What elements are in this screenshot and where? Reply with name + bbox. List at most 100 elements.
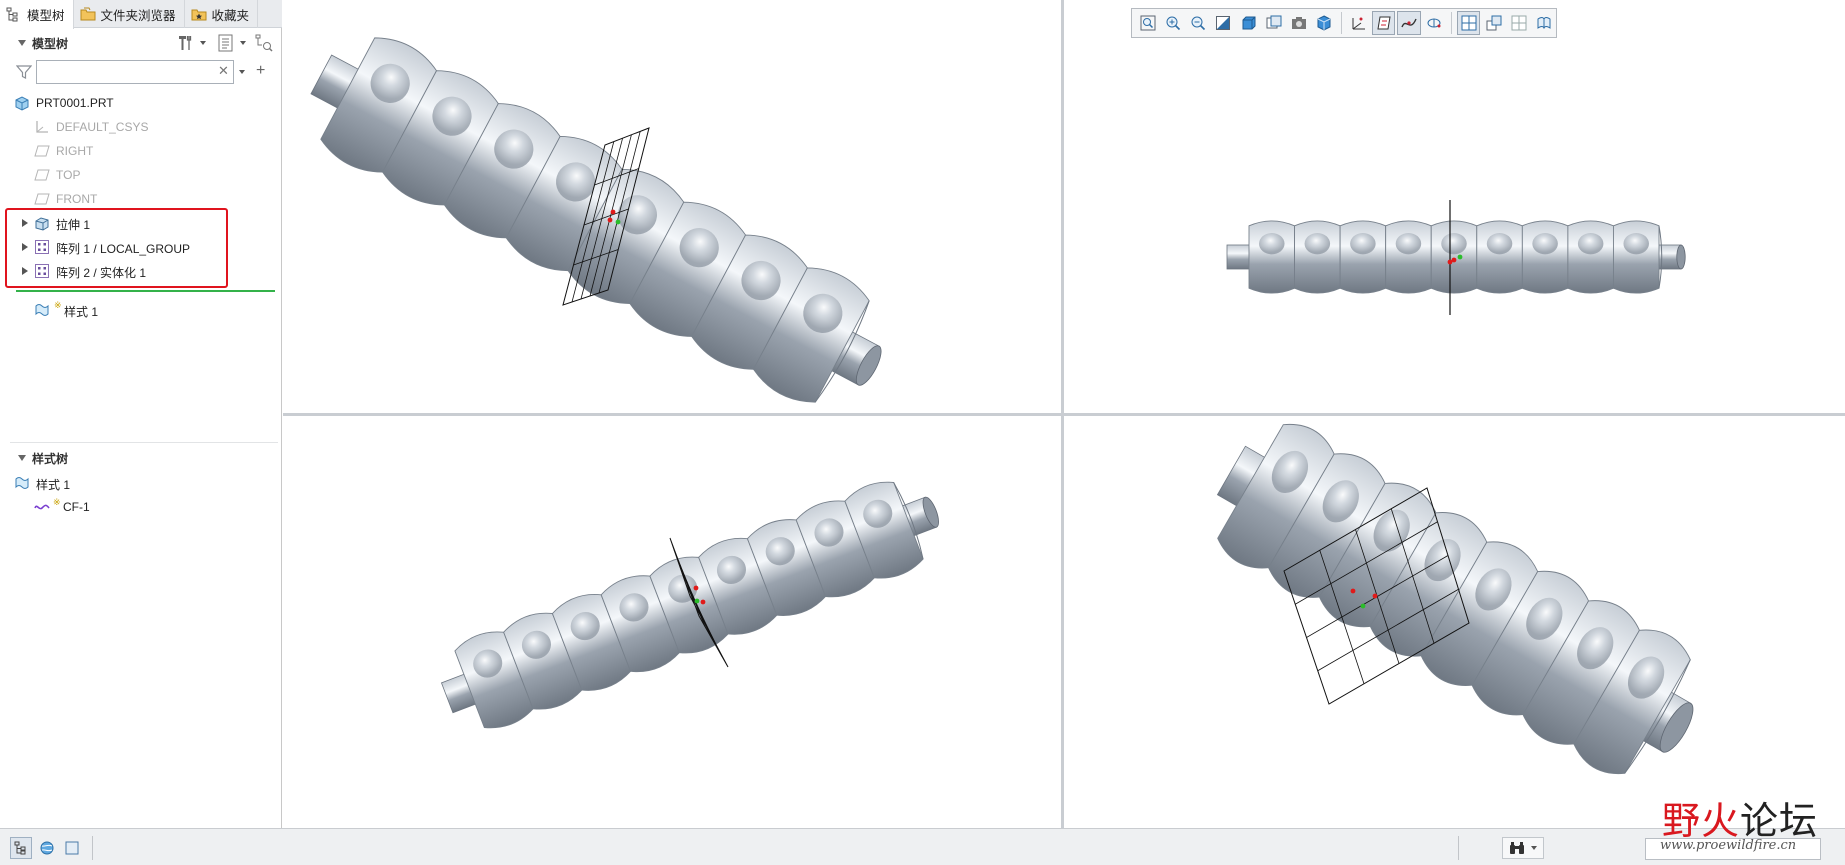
- tree-filter-button[interactable]: [254, 33, 274, 53]
- tab-label: 文件夹浏览器: [100, 8, 176, 23]
- display-style-icon: [1317, 15, 1331, 31]
- search-input[interactable]: [36, 60, 234, 84]
- folder-browser-icon: [80, 7, 96, 21]
- model-geometry: [1216, 423, 1694, 775]
- datum-display-button[interactable]: [1347, 11, 1370, 35]
- tab-folder-browser[interactable]: 文件夹浏览器: [74, 0, 185, 28]
- point-display-button[interactable]: [1423, 11, 1446, 35]
- active-view-button[interactable]: [1482, 11, 1505, 35]
- graphics-area[interactable]: [283, 0, 1845, 828]
- viewport-splitter-horizontal[interactable]: [283, 413, 1845, 416]
- tree-item-top[interactable]: TOP: [0, 164, 282, 186]
- tree-display-button[interactable]: [216, 33, 236, 53]
- named-view-icon: [1292, 17, 1307, 29]
- search-row: ✕ +: [0, 58, 282, 86]
- rib-highlight: [1532, 233, 1558, 255]
- chevron-down-icon[interactable]: [200, 41, 206, 45]
- datum-plane-icon: [34, 169, 50, 181]
- saved-views-button[interactable]: [1262, 11, 1285, 35]
- rib-highlight: [1486, 233, 1513, 255]
- collapse-caret-icon[interactable]: [18, 40, 26, 46]
- datum-display-icon: [1352, 17, 1365, 30]
- four-views-button[interactable]: [1456, 11, 1481, 35]
- plane-display-button[interactable]: [1372, 11, 1396, 35]
- style-tree-item-style-1[interactable]: 样式 1: [0, 472, 282, 494]
- ribbed-cylinder-model: [310, 37, 882, 403]
- style-icon: [15, 477, 29, 489]
- repaint-button[interactable]: [1212, 11, 1235, 35]
- curve-point-marker: [694, 598, 700, 604]
- divider: [1458, 836, 1459, 860]
- curve-point-marker: [607, 217, 613, 223]
- application-window: 模型树 文件夹浏览器 收藏夹 模型树 ✕ + PRT0001.PRT DEFAU…: [0, 0, 1845, 865]
- show-tree-button[interactable]: [10, 837, 32, 859]
- saved-views-icon: [1266, 15, 1282, 29]
- view-orient-button[interactable]: [1533, 11, 1556, 35]
- named-view-button[interactable]: [1288, 11, 1311, 35]
- curve-point-marker: [1360, 603, 1366, 609]
- divider: [92, 836, 93, 860]
- display-style-button[interactable]: [1313, 11, 1336, 35]
- fullscreen-button[interactable]: [61, 837, 83, 859]
- fullscreen-icon: [65, 841, 79, 855]
- model-geometry: [310, 37, 882, 403]
- style-tree-item-cf-1[interactable]: ※ CF-1: [0, 496, 282, 518]
- zoom-in-icon: [1166, 16, 1180, 31]
- csys-icon: [36, 121, 48, 133]
- tree-item-front[interactable]: FRONT: [0, 188, 282, 210]
- viewport-bottom-right[interactable]: [1064, 416, 1845, 828]
- refit-button[interactable]: [1136, 11, 1159, 35]
- modified-mark-icon: ※: [54, 300, 62, 310]
- settings-tools-button[interactable]: [176, 33, 196, 53]
- model-geometry: [1226, 220, 1686, 294]
- tree-root-label: PRT0001.PRT: [36, 96, 114, 110]
- find-button[interactable]: [1502, 837, 1544, 859]
- favorites-icon: [191, 9, 207, 21]
- zoom-out-icon: [1191, 16, 1206, 31]
- model-tree-header: 模型树: [0, 30, 282, 56]
- zoom-out-button[interactable]: [1187, 11, 1210, 35]
- insert-here-marker[interactable]: [16, 290, 275, 292]
- tree-item-default-csys[interactable]: DEFAULT_CSYS: [0, 116, 282, 138]
- rib-highlight: [1259, 233, 1285, 255]
- tree-item-right[interactable]: RIGHT: [0, 140, 282, 162]
- viewport-bottom-left[interactable]: [283, 416, 1061, 828]
- rib-segment: [1294, 220, 1341, 294]
- forum-watermark: 野火论坛 www.proewildfire.cn: [1652, 790, 1842, 860]
- tree-item-style-1[interactable]: ※ 样式 1: [0, 299, 282, 321]
- add-icon[interactable]: +: [256, 62, 265, 80]
- refit-icon: [1140, 15, 1156, 31]
- filter-icon[interactable]: [16, 64, 32, 80]
- rib-highlight: [1577, 233, 1604, 255]
- tree-root[interactable]: PRT0001.PRT: [0, 92, 282, 114]
- clear-icon[interactable]: ✕: [218, 64, 229, 77]
- rib-segment: [1248, 220, 1296, 294]
- chevron-down-icon[interactable]: [240, 41, 246, 45]
- tab-favorites[interactable]: 收藏夹: [185, 0, 259, 28]
- toolbar-separator: [1450, 12, 1452, 34]
- tree-tools: [176, 33, 274, 53]
- chevron-down-icon[interactable]: [239, 70, 245, 74]
- grid-display-button[interactable]: [1507, 11, 1530, 35]
- rib-highlight: [1623, 233, 1649, 255]
- tab-model-tree[interactable]: 模型树: [0, 0, 74, 29]
- tools-icon: [179, 36, 192, 50]
- curve-point-marker: [1457, 254, 1463, 260]
- tab-label: 收藏夹: [211, 8, 250, 23]
- tree-item-label: RIGHT: [56, 144, 94, 158]
- view-orient-icon: [1537, 17, 1551, 30]
- watermark-text-a: 野火: [1662, 799, 1741, 843]
- browser-button[interactable]: [36, 837, 58, 859]
- shading-button[interactable]: [1237, 11, 1260, 35]
- rib-segment: [1567, 220, 1614, 294]
- curve-point-marker: [693, 585, 699, 591]
- collapse-caret-icon[interactable]: [18, 455, 26, 461]
- watermark-logo-text: 野火论坛: [1662, 790, 1818, 845]
- viewport-top-left[interactable]: [283, 0, 1061, 413]
- viewport-top-right[interactable]: [1064, 0, 1845, 413]
- zoom-in-button[interactable]: [1161, 11, 1184, 35]
- curve-display-icon: [1401, 18, 1417, 28]
- rib-segment: [1521, 220, 1569, 294]
- style-tree-header: 样式树: [0, 447, 282, 469]
- curve-display-button[interactable]: [1397, 11, 1421, 35]
